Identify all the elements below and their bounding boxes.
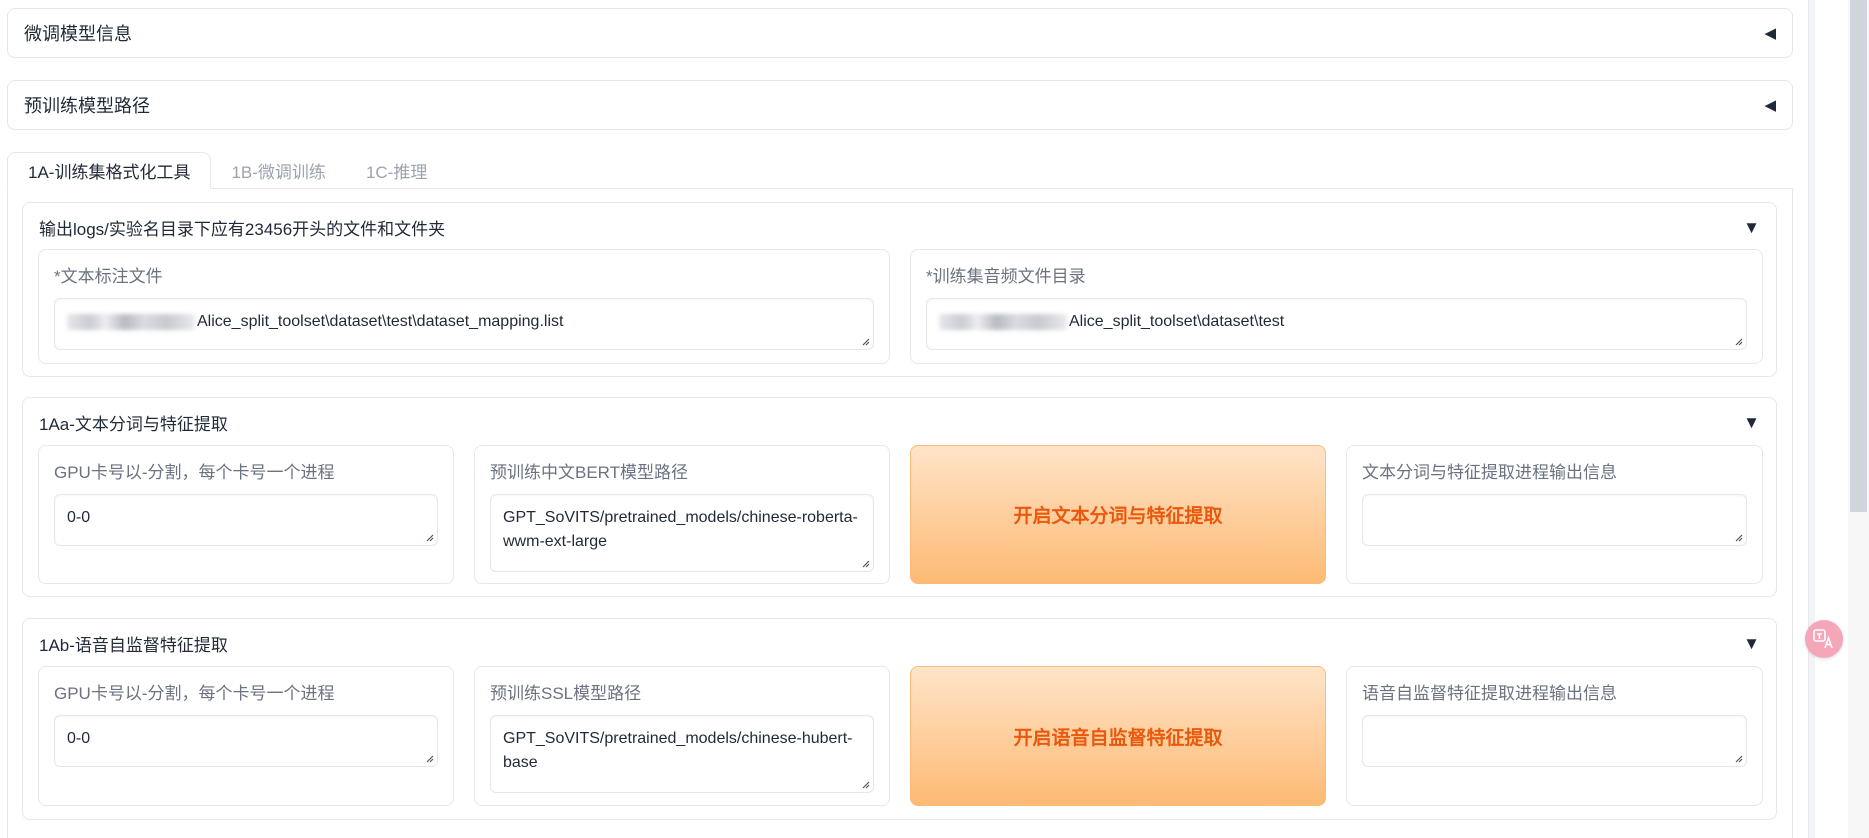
field-label: GPU卡号以-分割，每个卡号一个进程 — [54, 684, 335, 703]
group-1ab-ssl-feature: 1Ab-语音自监督特征提取 ▼ GPU卡号以-分割，每个卡号一个进程 0-0 预… — [22, 618, 1777, 820]
field-label: 预训练中文BERT模型路径 — [490, 463, 689, 482]
collapse-arrow-icon: ◀ — [1764, 25, 1776, 42]
expand-arrow-icon[interactable]: ▼ — [1743, 413, 1760, 433]
field-label: *文本标注文件 — [54, 267, 163, 286]
text-label-file-input[interactable]: Alice_split_toolset\dataset\test\dataset… — [54, 298, 874, 350]
tab-1c-inference[interactable]: 1C-推理 — [346, 152, 447, 189]
field-label: GPU卡号以-分割，每个卡号一个进程 — [54, 463, 335, 482]
redacted-path-prefix — [939, 313, 1067, 330]
accordion-title: 预训练模型路径 — [24, 96, 150, 116]
group-title: 输出logs/实验名目录下应有23456开头的文件和文件夹 — [39, 220, 446, 239]
resize-grip-icon[interactable] — [1733, 336, 1743, 346]
resize-grip-icon[interactable] — [860, 558, 870, 568]
tab-1b-finetune[interactable]: 1B-微调训练 — [211, 152, 345, 189]
start-ssl-feature-button[interactable]: 开启语音自监督特征提取 — [910, 666, 1326, 806]
bert-path-input[interactable]: GPT_SoVITS/pretrained_models/chinese-rob… — [490, 494, 874, 572]
ssl-path-block: 预训练SSL模型路径 GPT_SoVITS/pretrained_models/… — [474, 666, 890, 806]
text-tokenize-output-block: 文本分词与特征提取进程输出信息 — [1346, 445, 1763, 584]
resize-grip-icon[interactable] — [1733, 753, 1743, 763]
group-title: 1Ab-语音自监督特征提取 — [39, 636, 228, 655]
translate-icon[interactable] — [1805, 620, 1843, 658]
scrollbar-thumb[interactable] — [1850, 0, 1867, 512]
bert-path-block: 预训练中文BERT模型路径 GPT_SoVITS/pretrained_mode… — [474, 445, 890, 584]
collapse-arrow-icon: ◀ — [1764, 97, 1776, 114]
resize-grip-icon[interactable] — [424, 753, 434, 763]
gpu-input[interactable]: 0-0 — [54, 715, 438, 767]
ssl-path-input[interactable]: GPT_SoVITS/pretrained_models/chinese-hub… — [490, 715, 874, 793]
text-label-file-block: *文本标注文件 Alice_split_toolset\dataset\test… — [38, 249, 890, 364]
ssl-feature-output[interactable] — [1362, 715, 1747, 767]
ssl-feature-output-block: 语音自监督特征提取进程输出信息 — [1346, 666, 1763, 806]
resize-grip-icon[interactable] — [424, 532, 434, 542]
group-title: 1Aa-文本分词与特征提取 — [39, 415, 228, 434]
resize-grip-icon[interactable] — [860, 336, 870, 346]
accordion-title: 微调模型信息 — [24, 24, 132, 44]
gpu-block: GPU卡号以-分割，每个卡号一个进程 0-0 — [38, 445, 454, 584]
expand-arrow-icon[interactable]: ▼ — [1743, 218, 1760, 238]
accordion-finetune-model-info[interactable]: 微调模型信息 ◀ — [7, 8, 1793, 58]
accordion-pretrained-model-path[interactable]: 预训练模型路径 ◀ — [7, 80, 1793, 130]
field-label: 预训练SSL模型路径 — [490, 684, 642, 703]
expand-arrow-icon[interactable]: ▼ — [1743, 634, 1760, 654]
translate-glyph-icon — [1813, 629, 1833, 649]
tab-1a-dataset-format[interactable]: 1A-训练集格式化工具 — [7, 152, 212, 189]
audio-dir-input[interactable]: Alice_split_toolset\dataset\test — [926, 298, 1747, 350]
start-text-tokenize-button[interactable]: 开启文本分词与特征提取 — [910, 445, 1326, 584]
gpu-input[interactable]: 0-0 — [54, 494, 438, 546]
resize-grip-icon[interactable] — [1733, 532, 1743, 542]
text-tokenize-output[interactable] — [1362, 494, 1747, 546]
gpu-block: GPU卡号以-分割，每个卡号一个进程 0-0 — [38, 666, 454, 806]
audio-dir-block: *训练集音频文件目录 Alice_split_toolset\dataset\t… — [910, 249, 1763, 364]
resize-grip-icon[interactable] — [860, 779, 870, 789]
tab-bar: 1A-训练集格式化工具 1B-微调训练 1C-推理 — [7, 152, 447, 189]
field-label: *训练集音频文件目录 — [926, 267, 1086, 286]
content-edge — [1808, 0, 1815, 838]
group-1aa-text-tokenize: 1Aa-文本分词与特征提取 ▼ GPU卡号以-分割，每个卡号一个进程 0-0 预… — [22, 397, 1777, 597]
group-output-logs: 输出logs/实验名目录下应有23456开头的文件和文件夹 ▼ *文本标注文件 … — [22, 202, 1777, 377]
field-label: 文本分词与特征提取进程输出信息 — [1362, 463, 1617, 482]
main-content: 微调模型信息 ◀ 预训练模型路径 ◀ 1A-训练集格式化工具 1B-微调训练 1… — [0, 0, 1808, 838]
redacted-path-prefix — [67, 313, 195, 330]
field-label: 语音自监督特征提取进程输出信息 — [1362, 684, 1617, 703]
